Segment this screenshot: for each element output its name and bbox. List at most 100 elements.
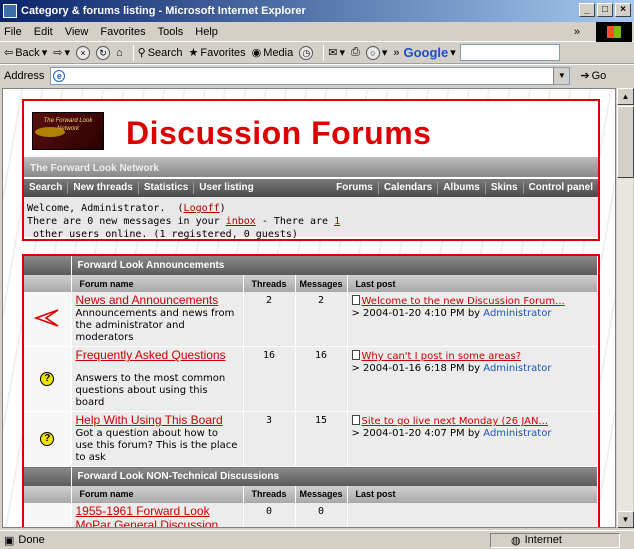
question-icon: ?: [40, 372, 55, 386]
nav-new-threads[interactable]: New threads: [68, 182, 139, 194]
menu-bar: File Edit View Favorites Tools Help »: [0, 22, 634, 42]
forum-description: Got a question about how to use this for…: [75, 428, 238, 463]
refresh-button[interactable]: ↻: [95, 45, 110, 60]
mail-button[interactable]: ✉ ▾: [328, 46, 345, 59]
online-users-link[interactable]: 1: [334, 216, 340, 227]
header-messages: Messages: [295, 485, 348, 503]
forum-row: ? Help With Using This Board Got a quest…: [24, 411, 598, 467]
chevron-icon[interactable]: »: [574, 26, 580, 38]
stop-button[interactable]: ×: [75, 45, 90, 60]
browser-viewport: The Forward Look Network Discussion Foru…: [2, 88, 616, 528]
messages-line: There are 0 new messages in your inbox -…: [27, 216, 341, 240]
search-button[interactable]: ⚲ Search: [137, 46, 183, 60]
scroll-up-icon[interactable]: ▲: [617, 88, 634, 105]
forum-row: News and Announcements Announcements and…: [24, 292, 598, 347]
column-header-row: Forum name Threads Messages Last post: [24, 275, 598, 292]
nav-search[interactable]: Search: [24, 182, 69, 194]
message-count: 2: [295, 292, 348, 347]
menu-edit[interactable]: Edit: [34, 26, 53, 38]
print-icon: ⎙: [351, 46, 360, 58]
post-icon: [351, 295, 360, 305]
message-count: 0: [295, 502, 348, 527]
message-count: 15: [295, 411, 348, 467]
category-title[interactable]: Forward Look NON-Technical Discussions: [71, 466, 598, 486]
header-last-post: Last post: [347, 485, 598, 503]
nav-skins[interactable]: Skins: [486, 182, 524, 194]
search-icon: ⚲: [137, 47, 146, 59]
ie-page-icon: e: [53, 69, 66, 82]
minimize-button[interactable]: _: [579, 3, 595, 17]
forward-button[interactable]: ⇨ ▾: [53, 46, 70, 59]
home-icon: ⌂: [115, 46, 123, 59]
ie-icon: [3, 4, 17, 18]
menu-tools[interactable]: Tools: [158, 26, 184, 38]
nav-statistics[interactable]: Statistics: [139, 182, 195, 194]
page-icon: ▣: [4, 534, 15, 547]
forum-link[interactable]: Frequently Asked Questions: [76, 348, 226, 362]
header-threads: Threads: [243, 485, 296, 503]
menu-help[interactable]: Help: [195, 26, 218, 38]
close-button[interactable]: ×: [615, 3, 631, 17]
question-icon: ?: [40, 432, 55, 446]
address-input[interactable]: e ▼: [50, 66, 571, 85]
status-bar: ▣ Done ◍ Internet: [0, 530, 634, 549]
history-icon: ◷: [299, 45, 314, 60]
google-toolbar-button[interactable]: Google ▾: [403, 45, 455, 60]
scroll-down-icon[interactable]: ▼: [617, 511, 634, 528]
inbox-link[interactable]: inbox: [226, 216, 256, 227]
category-row: Forward Look Announcements: [24, 256, 598, 275]
nav-user-listing[interactable]: User listing: [194, 182, 258, 194]
category-title[interactable]: Forward Look Announcements: [71, 256, 598, 275]
network-bar: The Forward Look Network: [24, 157, 598, 177]
print-button[interactable]: ⎙: [351, 46, 360, 59]
forum-table: Forward Look Announcements Forum name Th…: [24, 256, 598, 528]
last-post-link[interactable]: Why can't I post in some areas?: [362, 351, 522, 362]
forum-link[interactable]: Help With Using This Board: [76, 413, 223, 427]
forum-listing: Forward Look Announcements Forum name Th…: [22, 254, 600, 528]
site-logo[interactable]: The Forward Look Network: [32, 112, 104, 150]
logoff-link[interactable]: Logoff: [184, 203, 220, 214]
favorites-button[interactable]: ★ Favorites: [189, 46, 246, 60]
vertical-scrollbar[interactable]: ▲ ▼: [616, 88, 634, 528]
google-search-input[interactable]: [459, 44, 560, 61]
nav-forums[interactable]: Forums: [331, 182, 379, 194]
discuss-button[interactable]: ○ ▾: [365, 45, 387, 60]
welcome-line: Welcome, Administrator. (Logoff): [27, 203, 226, 214]
title-bar: Category & forums listing - Microsoft In…: [0, 0, 634, 22]
header-messages: Messages: [295, 275, 348, 292]
security-zone: ◍ Internet: [490, 532, 620, 548]
back-button[interactable]: ⇦ Back ▾: [4, 46, 47, 60]
chevron-icon[interactable]: »: [393, 47, 399, 59]
nav-control-panel[interactable]: Control panel: [524, 182, 598, 194]
nav-bar: Search New threads Statistics User listi…: [24, 179, 598, 197]
menu-view[interactable]: View: [65, 26, 89, 38]
message-count: 16: [295, 346, 348, 412]
forward-arrow-icon: ⇨: [53, 47, 63, 59]
last-post-link[interactable]: Site to go live next Monday (26 JAN...: [362, 416, 548, 427]
last-post-user[interactable]: Administrator: [483, 428, 551, 439]
scroll-thumb[interactable]: [617, 106, 634, 178]
go-button[interactable]: ➔ Go: [580, 69, 606, 83]
menu-file[interactable]: File: [4, 26, 22, 38]
last-post-user[interactable]: Administrator: [483, 308, 551, 319]
forum-link[interactable]: 1955-1961 Forward Look MoPar General Dis…: [76, 504, 219, 528]
last-post-user[interactable]: Administrator: [483, 363, 551, 374]
discuss-icon: ○: [365, 45, 380, 60]
media-icon: ◉: [251, 47, 262, 59]
page-title: Discussion Forums: [126, 115, 432, 151]
nav-calendars[interactable]: Calendars: [379, 182, 439, 194]
header-last-post: Last post: [347, 275, 598, 292]
history-button[interactable]: ◷: [299, 45, 314, 60]
maximize-button[interactable]: □: [597, 3, 613, 17]
media-button[interactable]: ◉ Media: [251, 46, 294, 60]
last-post-date: > 2004-01-20 4:07 PM by: [351, 428, 484, 439]
menu-favorites[interactable]: Favorites: [100, 26, 145, 38]
last-post-date: > 2004-01-16 6:18 PM by: [351, 363, 484, 374]
header-forum-name: Forum name: [71, 485, 244, 503]
toolbar: ⇦ Back ▾ ⇨ ▾ × ↻ ⌂ ⚲ Search ★ Favorites ◉ Medi…: [0, 42, 634, 64]
nav-albums[interactable]: Albums: [438, 182, 486, 194]
home-button[interactable]: ⌂: [116, 47, 123, 59]
last-post-link[interactable]: Welcome to the new Discussion Forum...: [362, 296, 565, 307]
forum-link[interactable]: News and Announcements: [76, 293, 219, 307]
dropdown-arrow-icon[interactable]: ▼: [553, 67, 570, 84]
